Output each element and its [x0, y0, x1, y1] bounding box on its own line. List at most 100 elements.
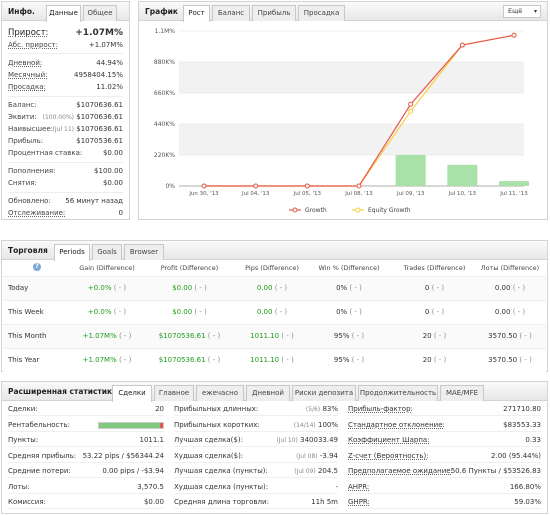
- cell-pips-value: 0.00: [256, 308, 273, 316]
- cell-pips-diff: ( - ): [281, 332, 294, 340]
- tab-general[interactable]: Общее: [83, 5, 117, 21]
- tab-periods[interactable]: Periods: [54, 244, 90, 261]
- cell-lots: 0.00 ( - ): [475, 284, 545, 292]
- stat-label[interactable]: Стандартное отклонение:: [348, 419, 445, 432]
- balance-value: $1070636.61: [76, 101, 123, 109]
- tab-drawdown[interactable]: Просадка: [298, 5, 345, 21]
- trading-title: Торговля: [8, 246, 48, 255]
- cell-pips-value: 1011.10: [250, 332, 280, 340]
- monthly-label[interactable]: Месячный:: [8, 70, 48, 80]
- cell-pips-diff: ( - ): [274, 308, 288, 316]
- drawdown-label[interactable]: Просадка:: [8, 82, 46, 92]
- abs-growth-row: Абс. прирост: +1.07M%: [8, 40, 123, 50]
- cell-lots-diff: ( - ): [512, 308, 526, 316]
- updated-label: Обновлено:: [8, 197, 51, 205]
- cell-profit-diff: ( - ): [194, 284, 207, 292]
- trading-header: Торговля Periods Goals Browser: [2, 241, 547, 261]
- stat-label[interactable]: Предполагаемое ожидание:: [348, 465, 453, 478]
- cell-gain: +1.07M% ( - ): [72, 356, 142, 364]
- divider: [8, 192, 123, 193]
- question-icon[interactable]: ?: [33, 263, 41, 271]
- cell-gain-value: +1.07M%: [82, 356, 117, 364]
- tab-deposit-risk[interactable]: Риски депозита: [292, 385, 356, 401]
- cell-lots-diff: ( - ): [512, 284, 526, 292]
- tab-hourly[interactable]: ежечасно: [196, 385, 244, 401]
- tracking-label[interactable]: Отслеживание:: [8, 208, 65, 218]
- stat-row: Лоты: 3,570.5: [8, 481, 164, 494]
- stat-value: $0.00: [144, 496, 164, 509]
- series-point: [304, 183, 310, 189]
- tab-growth[interactable]: Рост: [183, 5, 210, 22]
- abs-growth-label[interactable]: Абс. прирост:: [8, 40, 58, 50]
- tab-main[interactable]: Главное: [154, 385, 194, 401]
- tab-mae-mfe[interactable]: MAE/MFE: [440, 385, 484, 401]
- stat-label: Пункты:: [8, 436, 39, 444]
- stats-title: Расширенная статистика: [8, 387, 118, 396]
- divider: [8, 162, 123, 163]
- stat-value-text: -: [335, 482, 338, 491]
- equity-value: $1070636.61: [76, 113, 123, 121]
- stat-label[interactable]: GHPR:: [348, 496, 370, 509]
- cell-profit-value: $0.00: [172, 284, 193, 292]
- daily-row: Дневной: 44.94%: [8, 58, 123, 68]
- stat-value-text: 1011.1: [139, 436, 165, 444]
- stat-value-text: 0.33: [525, 436, 541, 444]
- header-trades: Trades (Difference): [403, 264, 466, 272]
- tab-daily[interactable]: Дневной: [246, 385, 290, 401]
- daily-value: 44.94%: [96, 59, 123, 67]
- monthly-value: 4958404.15%: [74, 71, 123, 79]
- tab-trades[interactable]: Сделки: [112, 385, 152, 402]
- cell-profit-value: $1070536.61: [158, 332, 206, 340]
- cell-gain-value: +1.07M%: [82, 332, 117, 340]
- cell-trades-value: 20: [422, 332, 432, 340]
- stat-label: Прибыльных длинных:: [174, 405, 259, 413]
- period-label: This Week: [8, 308, 44, 316]
- cell-trades-value: 0: [424, 308, 430, 316]
- stat-label[interactable]: Прибыль-фактор:: [348, 403, 413, 416]
- tab-goals[interactable]: Goals: [92, 244, 122, 260]
- stat-note: (5/6): [305, 406, 321, 413]
- cell-profit: $1070536.61 ( - ): [152, 356, 227, 364]
- highest-value: $1070636.61: [76, 125, 123, 133]
- withdrawals-label: Снятия:: [8, 179, 37, 187]
- cell-profit: $0.00 ( - ): [152, 308, 227, 316]
- stat-value: (14/14) 100%: [294, 419, 338, 432]
- stat-label[interactable]: AHPR:: [348, 481, 369, 494]
- header-win: Win % (Difference): [318, 264, 380, 272]
- stat-note: (14/14): [293, 421, 316, 429]
- tab-balance[interactable]: Баланс: [212, 5, 250, 21]
- tab-duration[interactable]: Продолжительность: [358, 385, 438, 401]
- legend-equity-marker: [355, 207, 361, 213]
- cell-trades-diff: ( - ): [431, 284, 445, 292]
- more-dropdown[interactable]: Ещё ▾: [503, 5, 541, 18]
- deposits-row: Пополнения: $100.00: [8, 166, 123, 176]
- cell-trades-diff: ( - ): [433, 332, 447, 340]
- stat-value-text: 53.22 pips / $56344.24: [82, 451, 164, 460]
- cell-win: 95% ( - ): [314, 356, 384, 364]
- tab-data[interactable]: Данные: [46, 5, 81, 22]
- series-point: [201, 183, 207, 189]
- stat-row: Лучшая сделка (пункты): (Jul 09) 204.5: [174, 465, 338, 478]
- cell-pips: 0.00 ( - ): [237, 284, 307, 292]
- x-tick-label: Jul 05, '13: [293, 191, 322, 197]
- highest-note: (Jul 11): [52, 126, 74, 133]
- stat-note: (Jul 08): [296, 452, 318, 460]
- stat-label[interactable]: Коэффициент Шарпа:: [348, 434, 430, 447]
- highest-label: Наивысшее:: [8, 125, 53, 133]
- stat-label: Лучшая сделка (пункты):: [174, 467, 268, 475]
- cell-lots-value: 3570.50: [488, 356, 518, 364]
- stat-value: 59.03%: [514, 496, 541, 509]
- updated-value: 56 минут назад: [65, 197, 123, 205]
- growth-label[interactable]: Прирост:: [8, 28, 48, 38]
- tab-profit[interactable]: Прибыль: [252, 5, 296, 21]
- y-tick-label: 1.1M%: [155, 28, 176, 35]
- equity-note: (100.00%): [42, 114, 74, 121]
- daily-label[interactable]: Дневной:: [8, 58, 42, 68]
- stat-label[interactable]: Z-счет (Вероятность):: [348, 450, 429, 463]
- tab-browser[interactable]: Browser: [124, 244, 164, 260]
- stat-row: Пункты: 1011.1: [8, 434, 164, 447]
- cell-pips-diff: ( - ): [274, 284, 288, 292]
- cell-lots-diff: ( - ): [519, 332, 532, 340]
- stat-value: 0.33: [525, 434, 541, 447]
- period-label: Today: [8, 284, 29, 292]
